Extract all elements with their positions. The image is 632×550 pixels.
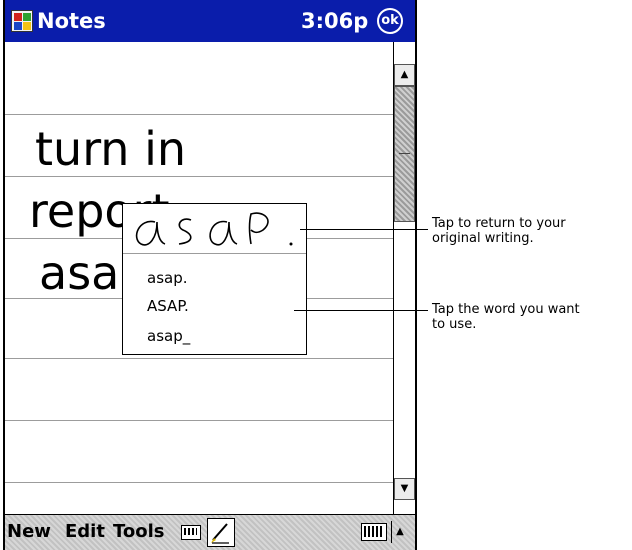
menu-edit[interactable]: Edit — [65, 521, 105, 543]
pen-icon[interactable] — [207, 518, 235, 547]
original-writing[interactable] — [123, 204, 306, 254]
title-bar: Notes 3:06p ok — [5, 0, 415, 42]
input-panel-keyboard-icon[interactable] — [361, 523, 387, 541]
rule-line — [5, 358, 393, 359]
grip-icon — [399, 153, 410, 154]
app-title: Notes — [37, 9, 106, 33]
scroll-thumb[interactable] — [394, 86, 415, 222]
ok-button[interactable]: ok — [375, 6, 405, 36]
rule-line — [5, 176, 393, 177]
alternate-word[interactable]: asap_ — [147, 326, 190, 346]
arrow-up-icon[interactable]: ▲ — [394, 64, 415, 86]
menu-tools[interactable]: Tools — [113, 521, 165, 543]
callout-line — [294, 310, 428, 311]
clock[interactable]: 3:06p — [301, 8, 368, 34]
rule-line — [5, 114, 393, 115]
pocketpc-window: Notes 3:06p ok turn in report asap asap.… — [3, 0, 417, 550]
arrow-down-icon[interactable]: ▼ — [394, 478, 415, 500]
keyboard-icon[interactable] — [181, 525, 201, 540]
vertical-scrollbar[interactable]: ▲ ▼ — [393, 42, 415, 514]
command-bar: New Edit Tools ▲ — [5, 514, 415, 550]
alternate-word[interactable]: ASAP. — [147, 296, 189, 316]
ok-button-label: ok — [379, 10, 401, 32]
handwriting-ink — [135, 212, 293, 246]
rule-line — [5, 482, 393, 483]
alternates-popup: asap. ASAP. asap_ — [122, 203, 307, 355]
callout-return-original: Tap to return to your original writing. — [432, 216, 566, 246]
callout-line — [300, 229, 428, 230]
menu-new[interactable]: New — [7, 521, 51, 543]
note-line-1[interactable]: turn in — [35, 122, 186, 176]
windows-flag-icon[interactable] — [11, 10, 33, 32]
alternate-word[interactable]: asap. — [147, 268, 188, 288]
rule-line — [5, 420, 393, 421]
input-panel-arrow-icon[interactable]: ▲ — [391, 521, 408, 543]
callout-choose-word: Tap the word you want to use. — [432, 302, 580, 332]
